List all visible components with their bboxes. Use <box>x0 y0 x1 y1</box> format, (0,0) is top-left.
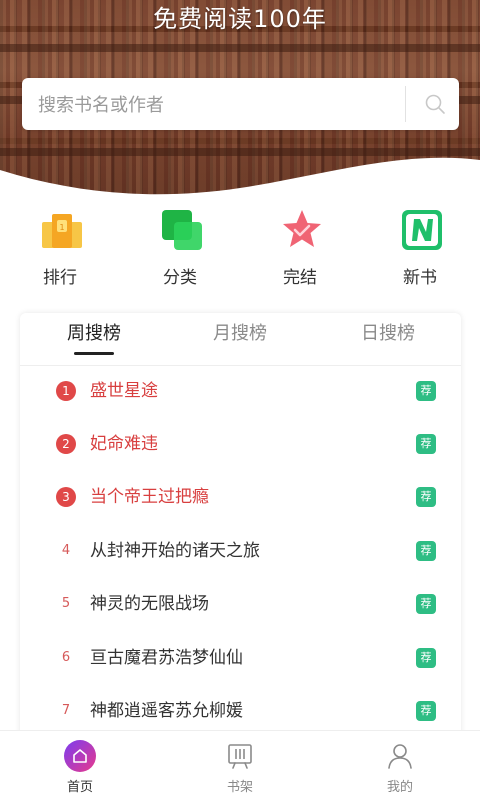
nav-home[interactable]: 首页 <box>0 731 160 801</box>
quick-link-new[interactable]: 新书 <box>380 205 460 295</box>
recommend-badge: 荐 <box>416 434 436 454</box>
bottom-nav: 首页 书架 我的 <box>0 730 480 801</box>
tab-daily[interactable]: 日搜榜 <box>328 313 448 365</box>
trophy-icon: 1 <box>42 214 82 248</box>
quick-link-label: 完结 <box>283 268 317 288</box>
book-title: 亘古魔君苏浩梦仙仙 <box>90 648 243 668</box>
rank-number: 3 <box>56 487 76 507</box>
recommend-badge: 荐 <box>416 594 436 614</box>
search-divider <box>405 86 406 122</box>
ranking-item[interactable]: 4 从封神开始的诸天之旅 荐 <box>20 525 461 578</box>
book-title: 盛世星途 <box>90 381 158 401</box>
home-icon <box>64 740 96 772</box>
rank-number: 1 <box>56 381 76 401</box>
quick-link-category[interactable]: 分类 <box>140 205 220 295</box>
quick-link-label: 新书 <box>403 268 437 288</box>
book-title: 神灵的无限战场 <box>90 594 209 614</box>
ranking-card: 周搜榜 月搜榜 日搜榜 1 盛世星途 荐 2 妃命难违 荐 3 当个帝王过把瘾 … <box>20 313 461 753</box>
rank-number: 5 <box>61 596 71 611</box>
book-title: 妃命难违 <box>90 434 158 454</box>
book-title: 从封神开始的诸天之旅 <box>90 541 260 561</box>
star-check-icon <box>283 210 321 247</box>
ranking-item[interactable]: 1 盛世星途 荐 <box>20 365 461 418</box>
rank-number: 6 <box>61 650 71 665</box>
book-title: 当个帝王过把瘾 <box>90 487 209 507</box>
recommend-badge: 荐 <box>416 701 436 721</box>
recommend-badge: 荐 <box>416 648 436 668</box>
nav-label: 我的 <box>386 780 413 795</box>
search-bar <box>22 78 459 132</box>
rank-number: 2 <box>56 434 76 454</box>
quick-link-label: 分类 <box>163 268 197 288</box>
user-icon <box>388 744 412 769</box>
search-icon <box>425 94 445 114</box>
recommend-badge: 荐 <box>416 381 436 401</box>
quick-link-finished[interactable]: 完结 <box>260 205 340 295</box>
header-wave <box>0 157 480 202</box>
ranking-item[interactable]: 6 亘古魔君苏浩梦仙仙 荐 <box>20 632 461 685</box>
app-title: 免费阅读100年 <box>153 5 327 33</box>
svg-text:1: 1 <box>59 223 64 232</box>
quick-links: 1 排行 分类 完结 新书 <box>0 205 480 295</box>
category-squares-icon <box>162 210 202 250</box>
ranking-item[interactable]: 5 神灵的无限战场 荐 <box>20 578 461 631</box>
quick-link-ranking[interactable]: 1 排行 <box>20 205 100 295</box>
active-tab-indicator <box>74 352 114 355</box>
bookshelf-icon <box>228 744 252 769</box>
tab-weekly[interactable]: 周搜榜 <box>34 313 154 365</box>
ranking-item[interactable]: 2 妃命难违 荐 <box>20 418 461 471</box>
tab-monthly[interactable]: 月搜榜 <box>180 313 300 365</box>
ranking-item[interactable]: 3 当个帝王过把瘾 荐 <box>20 471 461 524</box>
search-input[interactable] <box>36 78 400 132</box>
ranking-tabs: 周搜榜 月搜榜 日搜榜 <box>20 313 461 366</box>
recommend-badge: 荐 <box>416 541 436 561</box>
new-n-icon <box>402 210 442 250</box>
rank-number: 4 <box>61 543 71 558</box>
nav-profile[interactable]: 我的 <box>320 731 480 801</box>
nav-label: 书架 <box>226 780 253 795</box>
quick-link-label: 排行 <box>43 268 77 288</box>
rank-number: 7 <box>61 703 71 718</box>
nav-bookshelf[interactable]: 书架 <box>160 731 320 801</box>
search-button[interactable] <box>417 86 453 122</box>
nav-label: 首页 <box>66 780 93 795</box>
recommend-badge: 荐 <box>416 487 436 507</box>
